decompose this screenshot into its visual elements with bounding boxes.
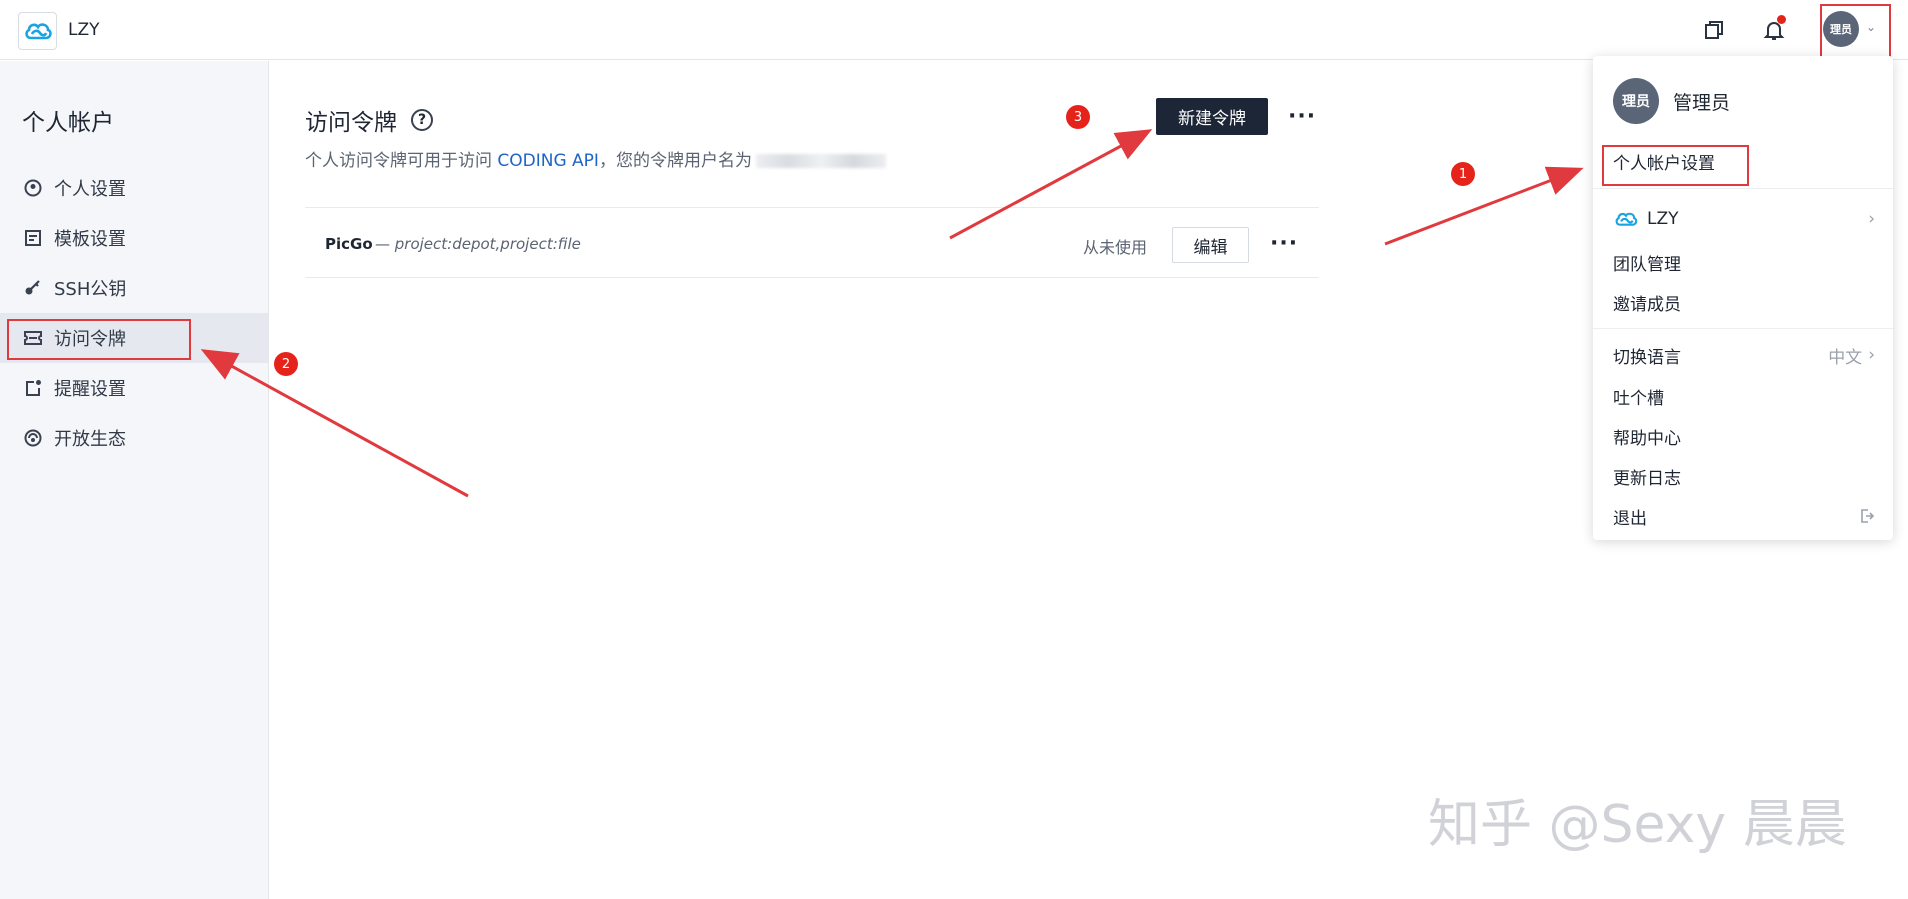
sidebar-item-personal-settings[interactable]: 个人设置 <box>0 163 268 213</box>
divider <box>1593 188 1893 189</box>
switch-language-item[interactable]: 切换语言 中文 › <box>1613 340 1875 370</box>
key-icon <box>22 277 44 299</box>
feedback-label: 吐个槽 <box>1613 388 1664 409</box>
token-name: PicGo <box>325 235 373 253</box>
dropdown-user-header: 理员 管理员 <box>1613 78 1730 124</box>
coding-api-link[interactable]: CODING API <box>497 151 599 171</box>
logout-label: 退出 <box>1613 508 1647 529</box>
sidebar-item-ssh-keys[interactable]: SSH公钥 <box>0 263 268 313</box>
dropdown-username: 管理员 <box>1673 91 1731 114</box>
ecosystem-icon <box>22 427 44 449</box>
logout-icon <box>1859 508 1875 524</box>
help-icon[interactable]: ? <box>411 109 433 131</box>
user-circle-icon <box>22 177 44 199</box>
token-more-icon[interactable]: ··· <box>1270 233 1298 255</box>
sidebar-item-label: SSH公钥 <box>54 279 127 300</box>
copy-icon[interactable] <box>1702 18 1726 42</box>
sidebar-item-open-ecosystem[interactable]: 开放生态 <box>0 413 268 463</box>
language-value-text: 中文 <box>1828 347 1863 368</box>
blurred-username <box>755 154 886 168</box>
team-switch-item[interactable]: LZY › <box>1613 204 1875 234</box>
logout-item[interactable]: 退出 <box>1613 501 1875 531</box>
edit-token-button[interactable]: 编辑 <box>1172 227 1249 263</box>
sidebar-item-reminder-settings[interactable]: 提醒设置 <box>0 363 268 413</box>
team-manage-label: 团队管理 <box>1613 254 1681 275</box>
sidebar: 个人帐户 个人设置 模板设置 SSH公钥 访问令牌 提醒设置 开放生态 <box>0 61 269 899</box>
top-bar: LZY 理员 ⌄ <box>0 0 1908 60</box>
changelog-label: 更新日志 <box>1613 468 1681 489</box>
cloud-logo-icon <box>1615 212 1638 226</box>
annotation-badge-2: 2 <box>274 352 298 376</box>
notification-dot <box>1777 15 1786 24</box>
team-logo[interactable] <box>18 12 57 50</box>
more-options-icon[interactable]: ··· <box>1288 106 1316 128</box>
team-name[interactable]: LZY <box>68 20 100 40</box>
cloud-logo-icon <box>24 23 52 40</box>
sidebar-item-template-settings[interactable]: 模板设置 <box>0 213 268 263</box>
subtitle-suffix: ，您的令牌用户名为 <box>598 151 752 171</box>
template-icon <box>22 227 44 249</box>
help-center-item[interactable]: 帮助中心 <box>1613 421 1875 451</box>
annotation-badge-1: 1 <box>1451 162 1475 186</box>
changelog-item[interactable]: 更新日志 <box>1613 461 1875 491</box>
feedback-item[interactable]: 吐个槽 <box>1613 381 1875 411</box>
annotation-box-access-tokens <box>7 319 191 360</box>
sidebar-item-label: 模板设置 <box>54 229 126 250</box>
switch-language-label: 切换语言 <box>1613 347 1681 368</box>
invite-member-item[interactable]: 邀请成员 <box>1613 287 1875 317</box>
language-value: 中文 › <box>1828 343 1875 368</box>
team-manage-item[interactable]: 团队管理 <box>1613 247 1875 277</box>
reminder-icon <box>22 377 44 399</box>
help-center-label: 帮助中心 <box>1613 428 1681 449</box>
user-dropdown-menu: 理员 管理员 个人帐户设置 LZY › 团队管理 邀请成员 切换语言 中文 › 吐… <box>1593 56 1893 540</box>
chevron-right-icon: › <box>1868 209 1875 229</box>
subtitle-prefix: 个人访问令牌可用于访问 <box>305 151 498 171</box>
sidebar-item-label: 开放生态 <box>54 429 126 450</box>
dropdown-avatar: 理员 <box>1613 78 1659 124</box>
watermark: 知乎 @Sexy 晨晨 <box>1428 795 1847 855</box>
page-subtitle: 个人访问令牌可用于访问 CODING API，您的令牌用户名为 <box>305 146 886 171</box>
annotation-box-avatar <box>1820 4 1891 64</box>
team-switch-label: LZY <box>1647 209 1679 229</box>
page-title: 访问令牌 ? <box>305 103 433 137</box>
chevron-right-icon: › <box>1868 345 1875 365</box>
token-row: PicGo — project:depot,project:file 从未使用 … <box>305 207 1319 278</box>
annotation-box-account-settings <box>1602 145 1749 186</box>
sidebar-item-label: 提醒设置 <box>54 379 126 400</box>
sidebar-item-label: 个人设置 <box>54 179 126 200</box>
page-title-text: 访问令牌 <box>305 110 397 136</box>
sidebar-title: 个人帐户 <box>22 110 114 136</box>
token-scope: — project:depot,project:file <box>375 235 581 253</box>
new-token-button[interactable]: 新建令牌 <box>1156 98 1268 135</box>
annotation-arrow-1 <box>1384 166 1584 246</box>
token-status: 从未使用 <box>1083 238 1148 257</box>
divider <box>1593 328 1893 329</box>
annotation-badge-3: 3 <box>1066 105 1090 129</box>
bell-icon[interactable] <box>1762 15 1786 42</box>
invite-member-label: 邀请成员 <box>1613 294 1681 315</box>
